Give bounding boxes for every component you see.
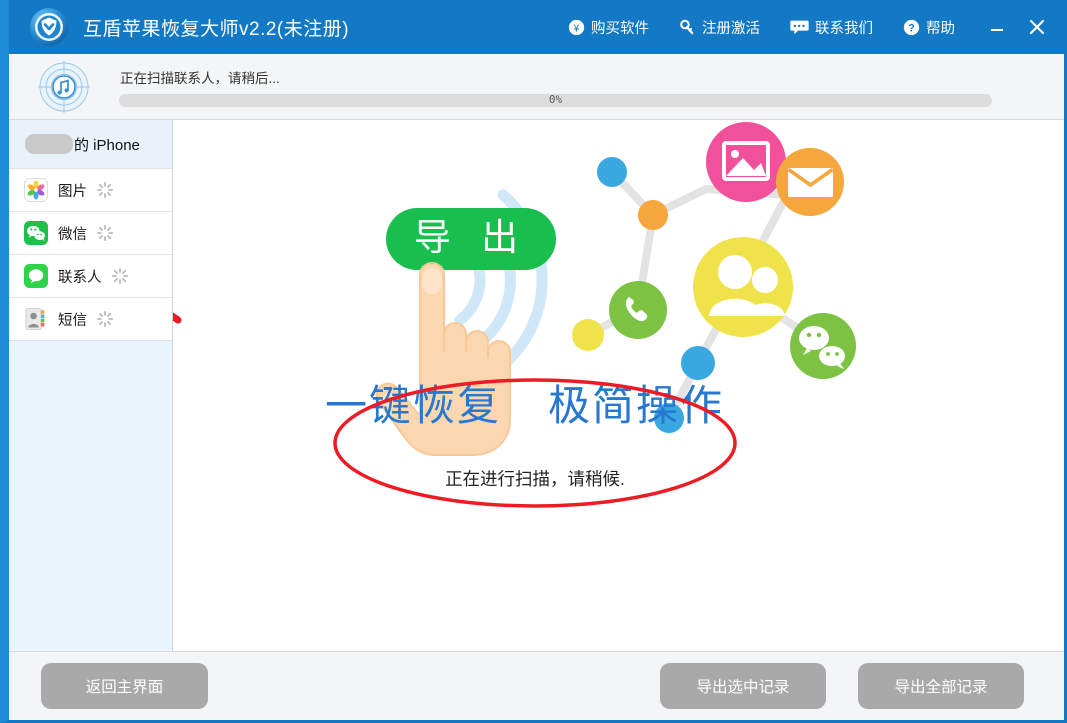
sidebar-item-photos[interactable]: 图片 [9, 169, 172, 212]
node-dot-blue-2 [681, 346, 715, 380]
scan-status-text: 正在扫描联系人，请稍后... [120, 70, 280, 86]
phone-node [609, 281, 667, 339]
recovery-illustration: 导 出 一键恢复 极简操作 正在进行扫描，请稍候. [325, 122, 856, 508]
close-icon [1029, 19, 1045, 35]
scan-note-text: 正在进行扫描，请稍候. [445, 469, 625, 489]
sidebar-item-sms-label: 短信 [58, 312, 87, 329]
sidebar-item-photos-label: 图片 [58, 183, 87, 200]
loading-spinner-icon [96, 224, 114, 242]
node-dot-blue-1 [597, 157, 627, 187]
close-button[interactable] [1020, 0, 1054, 54]
device-name-redaction [25, 134, 73, 154]
help-button[interactable]: ? 帮助 [888, 0, 970, 54]
minimize-icon [991, 29, 1003, 31]
sidebar-item-contacts[interactable]: 联系人 [9, 255, 172, 298]
scan-progress-percent: 0% [548, 92, 563, 106]
contact-us-button[interactable]: 联系我们 [775, 0, 888, 54]
register-activate-button[interactable]: 注册激活 [664, 0, 775, 54]
slogan-left: 一键恢复 [325, 382, 501, 429]
buy-software-label: 购买软件 [591, 20, 649, 37]
export-button-label: 导 出 [414, 217, 528, 258]
device-label: 的 iPhone [74, 136, 140, 154]
radar-itunes-icon [38, 60, 90, 113]
sidebar-item-wechat-label: 微信 [58, 226, 87, 243]
sidebar: 的 iPhone 图片 微信 联系人 短信 [9, 120, 173, 652]
export-button-graphic[interactable]: 导 出 [386, 208, 556, 270]
annotation-arrow [173, 312, 182, 324]
help-label: 帮助 [926, 20, 955, 37]
svg-text:?: ? [908, 22, 914, 34]
register-activate-label: 注册激活 [702, 20, 760, 37]
contacts-bubble-icon [23, 263, 49, 289]
loading-spinner-icon [96, 310, 114, 328]
window-title: 互盾苹果恢复大师v2.2(未注册) [83, 18, 350, 40]
scan-progress-bar: 0% [119, 92, 992, 107]
photos-node [706, 122, 786, 202]
wechat-node-illustration [790, 313, 856, 379]
back-to-main-button[interactable]: 返回主界面 [41, 663, 208, 709]
wechat-icon [23, 220, 49, 246]
shield-logo-icon [30, 8, 68, 46]
loading-spinner-icon [96, 181, 114, 199]
content-area: 的 iPhone 图片 微信 联系人 短信 导 出 一键恢复 极简操作 正在进行… [9, 120, 1064, 652]
footer-bar: 返回主界面 导出选中记录 导出全部记录 [9, 651, 1064, 720]
svg-text:¥: ¥ [573, 23, 580, 34]
sidebar-item-device[interactable]: 的 iPhone [9, 120, 172, 169]
loading-spinner-icon [111, 267, 129, 285]
yen-coin-icon: ¥ [568, 19, 585, 36]
envelope-icon [787, 168, 834, 197]
contact-us-label: 联系我们 [815, 20, 873, 37]
sidebar-item-wechat[interactable]: 微信 [9, 212, 172, 255]
titlebar-actions: ¥ 购买软件 注册激活 联系我们 ? 帮助 [553, 0, 1064, 54]
key-icon [679, 19, 696, 36]
mail-node [776, 148, 844, 216]
export-selected-button[interactable]: 导出选中记录 [660, 663, 826, 709]
chat-bubble-icon [790, 19, 809, 36]
buy-software-button[interactable]: ¥ 购买软件 [553, 0, 664, 54]
sidebar-item-sms[interactable]: 短信 [9, 298, 172, 341]
main-panel: 导 出 一键恢复 极简操作 正在进行扫描，请稍候. [173, 120, 1064, 652]
export-all-button[interactable]: 导出全部记录 [858, 663, 1024, 709]
application-window: 互盾苹果恢复大师v2.2(未注册) ¥ 购买软件 注册激活 联系我们 ? 帮助 … [0, 0, 1067, 723]
minimize-button[interactable] [980, 0, 1014, 54]
sms-contact-card-icon [23, 306, 49, 332]
app-logo [21, 7, 77, 47]
node-dot-yellow [572, 319, 604, 351]
title-bar: 互盾苹果恢复大师v2.2(未注册) ¥ 购买软件 注册激活 联系我们 ? 帮助 [9, 0, 1064, 54]
photos-icon [23, 177, 49, 203]
sidebar-item-contacts-label: 联系人 [58, 269, 102, 286]
scan-progress-area: 正在扫描联系人，请稍后... 0% [119, 67, 1064, 107]
node-dot-orange [638, 200, 668, 230]
contacts-node [693, 237, 793, 337]
question-mark-icon: ? [903, 19, 920, 36]
scan-status-bar: 正在扫描联系人，请稍后... 0% [9, 54, 1064, 120]
scan-icon-wrap [9, 60, 119, 113]
